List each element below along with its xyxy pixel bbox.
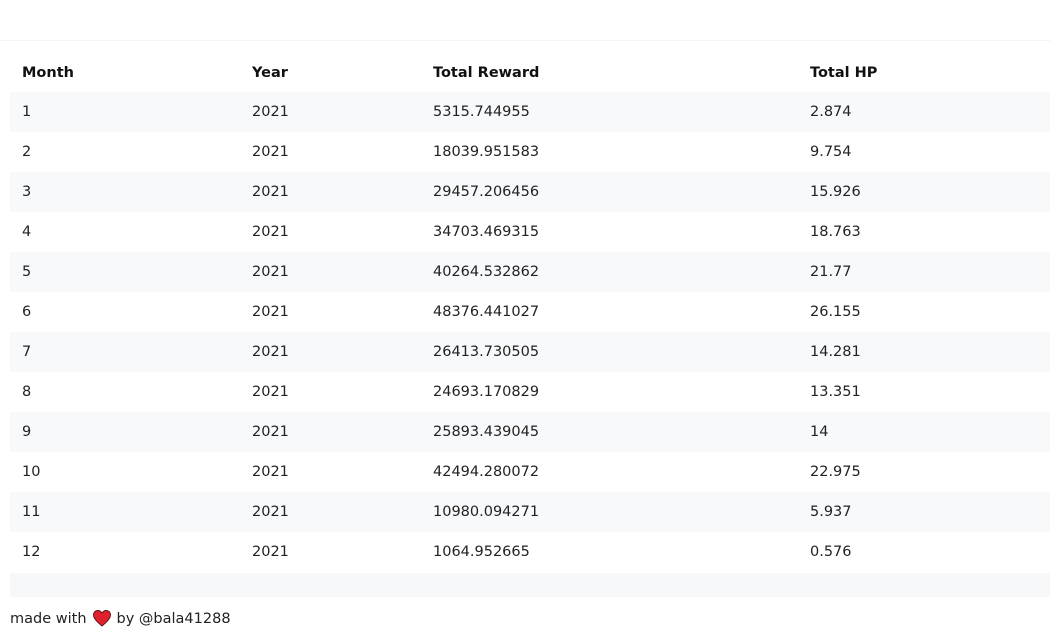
cell-total-reward: 1064.952665	[433, 544, 530, 560]
cell-year: 2021	[252, 144, 289, 160]
footer-prefix: made with	[10, 610, 87, 627]
cell-total-reward: 29457.206456	[433, 184, 540, 200]
cell-month: 7	[22, 344, 32, 360]
table-row: 1 2021 5315.744955 2.874	[10, 92, 1050, 132]
cell-year: 2021	[252, 544, 289, 560]
column-header-year[interactable]: Year	[240, 41, 421, 92]
cell-total-reward: 40264.532862	[433, 264, 540, 280]
cell-total-reward: 48376.441027	[433, 304, 540, 320]
cell-year: 2021	[252, 304, 289, 320]
cell-total-hp: 15.926	[810, 184, 861, 200]
table-row: 11 2021 10980.094271 5.937	[10, 492, 1050, 532]
table-row: 5 2021 40264.532862 21.77	[10, 252, 1050, 292]
cell-month: 10	[22, 464, 41, 480]
footer-author[interactable]: by @bala41288	[117, 611, 231, 627]
table-row: 3 2021 29457.206456 15.926	[10, 172, 1050, 212]
cell-month: 2	[22, 144, 32, 160]
cell-month: 12	[22, 544, 41, 560]
cell-year: 2021	[252, 184, 289, 200]
data-table-container: Month Year Total Reward Total HP 1 2021 …	[10, 41, 1050, 573]
cell-year: 2021	[252, 224, 289, 240]
footer-credit: made with by @bala41288	[10, 610, 231, 627]
cell-month: 1	[22, 104, 32, 120]
table-row: 9 2021 25893.439045 14	[10, 412, 1050, 452]
table-bottom-band	[10, 573, 1050, 597]
column-header-total-hp[interactable]: Total HP	[798, 41, 1050, 92]
cell-month: 11	[22, 504, 41, 520]
cell-month: 9	[22, 424, 32, 440]
cell-total-hp: 22.975	[810, 464, 861, 480]
column-header-total-reward[interactable]: Total Reward	[421, 41, 798, 92]
cell-year: 2021	[252, 104, 289, 120]
table-header-row: Month Year Total Reward Total HP	[10, 41, 1050, 92]
cell-month: 3	[22, 184, 32, 200]
cell-total-hp: 13.351	[810, 384, 861, 400]
cell-total-reward: 5315.744955	[433, 104, 530, 120]
cell-year: 2021	[252, 344, 289, 360]
cell-month: 8	[22, 384, 32, 400]
cell-total-hp: 14.281	[810, 344, 861, 360]
rewards-table: Month Year Total Reward Total HP 1 2021 …	[10, 41, 1050, 572]
cell-year: 2021	[252, 424, 289, 440]
cell-year: 2021	[252, 264, 289, 280]
cell-total-hp: 0.576	[810, 544, 852, 560]
cell-total-hp: 5.937	[810, 504, 852, 520]
table-row: 6 2021 48376.441027 26.155	[10, 292, 1050, 332]
cell-year: 2021	[252, 464, 289, 480]
cell-total-hp: 2.874	[810, 104, 852, 120]
cell-total-reward: 25893.439045	[433, 424, 540, 440]
cell-total-reward: 42494.280072	[433, 464, 540, 480]
heart-icon	[92, 610, 111, 627]
cell-month: 5	[22, 264, 32, 280]
table-row: 7 2021 26413.730505 14.281	[10, 332, 1050, 372]
cell-year: 2021	[252, 384, 289, 400]
cell-total-reward: 34703.469315	[433, 224, 540, 240]
cell-total-reward: 24693.170829	[433, 384, 540, 400]
table-row: 4 2021 34703.469315 18.763	[10, 212, 1050, 252]
top-spacer	[0, 0, 1050, 41]
cell-total-hp: 9.754	[810, 144, 852, 160]
cell-total-reward: 10980.094271	[433, 504, 540, 520]
table-row: 12 2021 1064.952665 0.576	[10, 532, 1050, 572]
cell-total-hp: 14	[810, 424, 829, 440]
cell-total-reward: 26413.730505	[433, 344, 540, 360]
cell-total-hp: 18.763	[810, 224, 861, 240]
table-row: 10 2021 42494.280072 22.975	[10, 452, 1050, 492]
cell-total-hp: 26.155	[810, 304, 861, 320]
cell-total-hp: 21.77	[810, 264, 852, 280]
cell-month: 4	[22, 224, 32, 240]
cell-year: 2021	[252, 504, 289, 520]
cell-total-reward: 18039.951583	[433, 144, 540, 160]
column-header-month[interactable]: Month	[10, 41, 240, 92]
table-row: 8 2021 24693.170829 13.351	[10, 372, 1050, 412]
cell-month: 6	[22, 304, 32, 320]
table-row: 2 2021 18039.951583 9.754	[10, 132, 1050, 172]
